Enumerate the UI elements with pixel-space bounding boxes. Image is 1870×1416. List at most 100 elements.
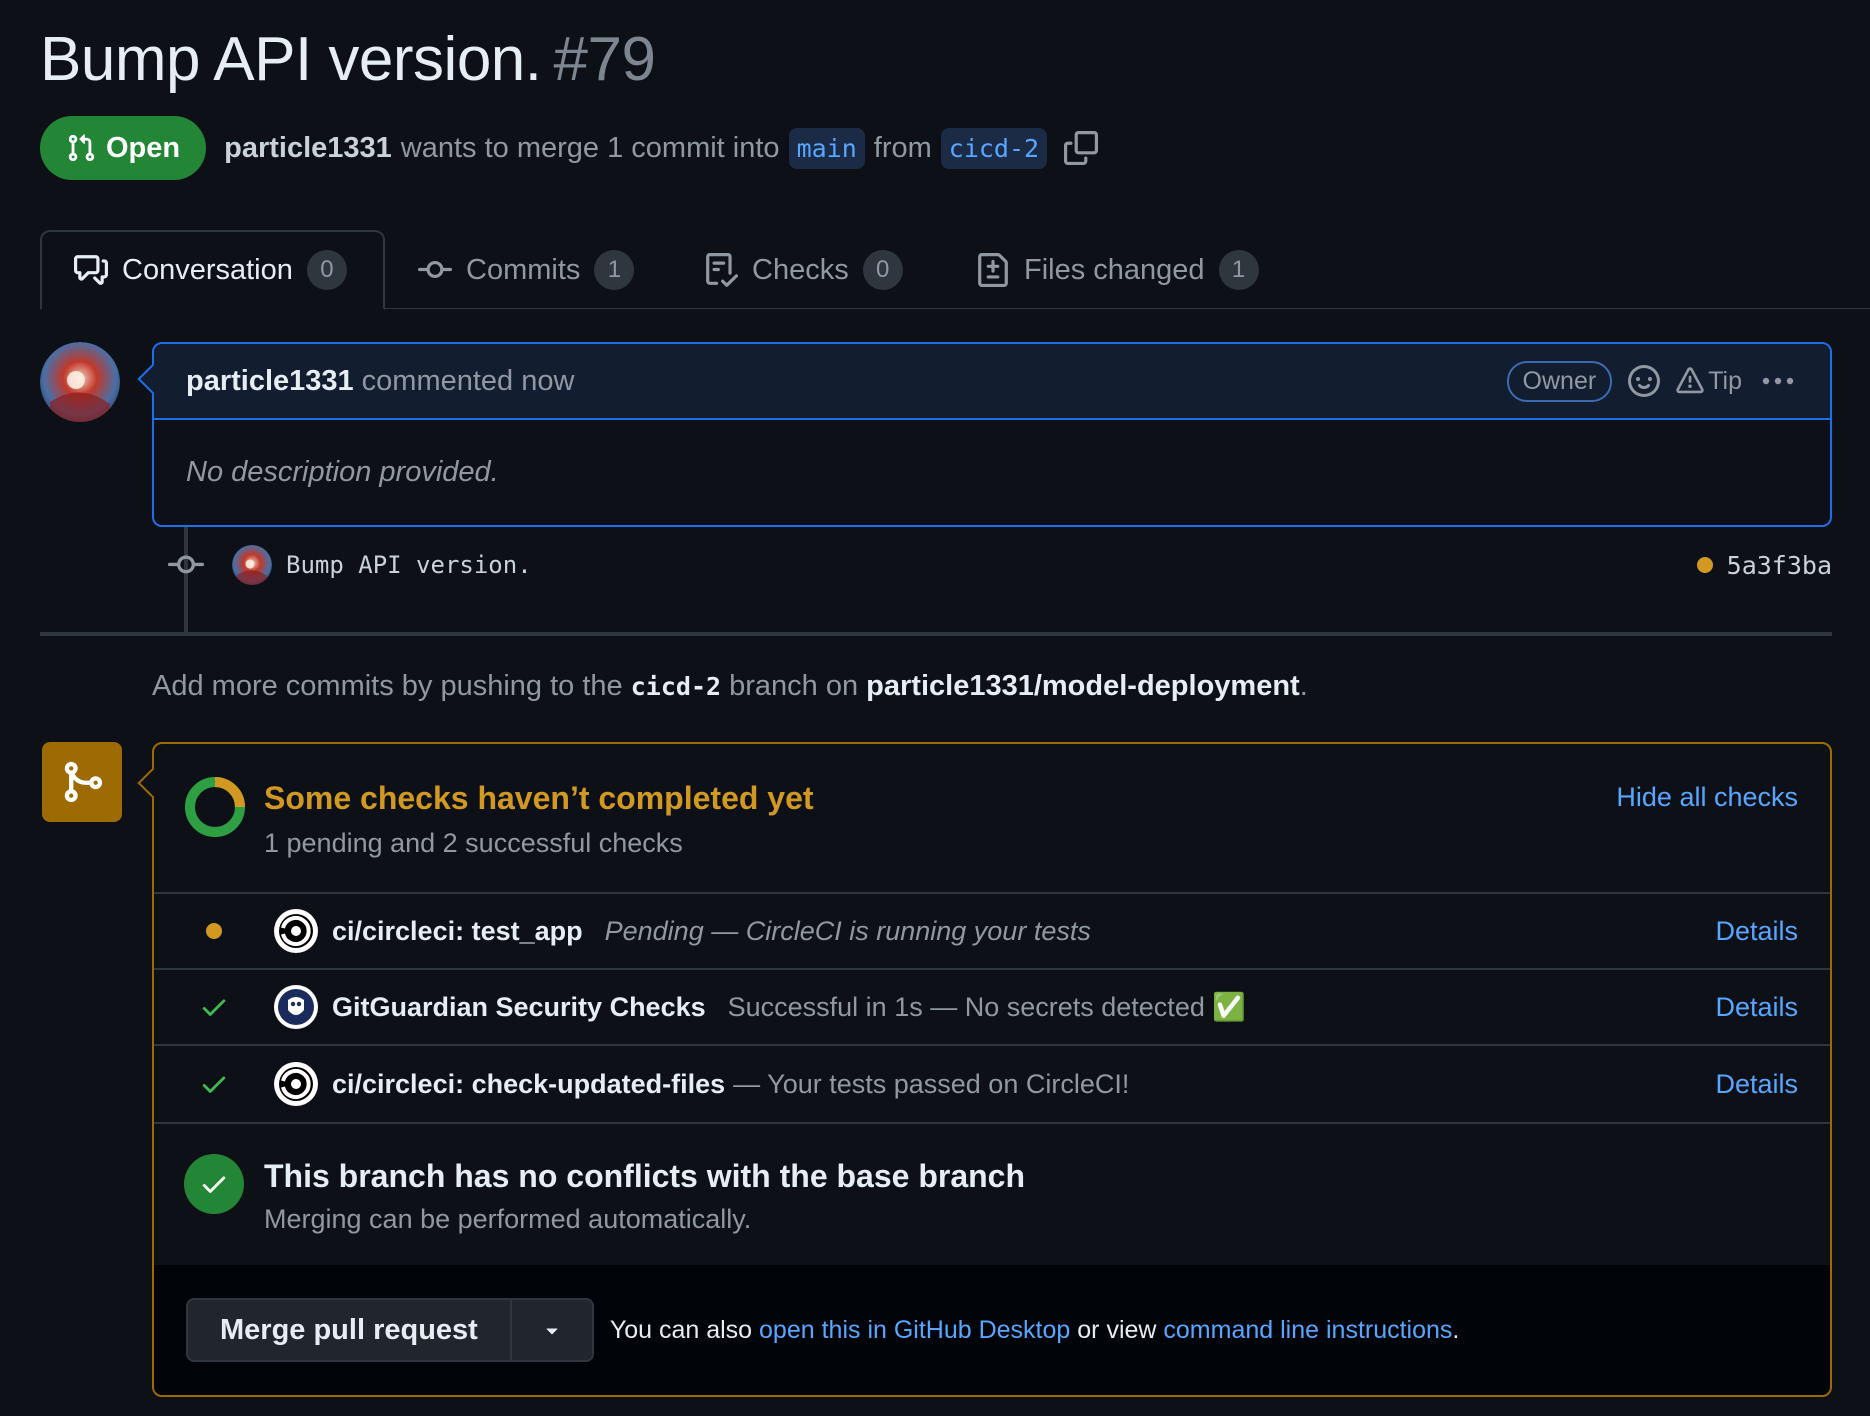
- pr-title: Bump API version. #79: [40, 24, 656, 95]
- hide-all-checks-link[interactable]: Hide all checks: [1616, 782, 1798, 813]
- checks-summary: Some checks haven’t completed yet 1 pend…: [154, 744, 1830, 894]
- circleci-icon: [274, 909, 318, 953]
- check-row-check-updated-files: ci/circleci: check-updated-files — Your …: [154, 1046, 1830, 1122]
- comment-header: particle1331 commented now Owner Tip: [154, 344, 1830, 420]
- tab-conversation[interactable]: Conversation 0: [40, 230, 385, 310]
- smiley-icon[interactable]: [1628, 365, 1661, 397]
- tab-counter: 1: [1218, 250, 1259, 290]
- circleci-icon: [274, 1062, 318, 1106]
- triangle-down-icon: [546, 1328, 558, 1335]
- merge-alternatives-text: You can also open this in GitHub Desktop…: [610, 1316, 1460, 1345]
- avatar-image: [40, 342, 120, 422]
- kebab-horizontal-icon[interactable]: [1758, 365, 1798, 397]
- check-description: — Your tests passed on CircleCI!: [733, 1068, 1130, 1099]
- check-name: ci/circleci: check-updated-files: [332, 1068, 726, 1099]
- tab-label: Checks: [752, 253, 849, 286]
- merge-text: wants to merge 1 commit into: [400, 131, 780, 164]
- gitguardian-icon: [274, 985, 318, 1029]
- tab-files-changed[interactable]: Files changed 1: [976, 230, 1259, 310]
- details-link[interactable]: Details: [1715, 1069, 1798, 1100]
- checks-progress-ring: [185, 777, 245, 837]
- hint-prefix: Add more commits by pushing to the: [152, 670, 623, 702]
- file-diff-icon: [978, 253, 1008, 287]
- avatar-image: [232, 545, 272, 585]
- merge-pull-request-button[interactable]: Merge pull request: [188, 1300, 512, 1360]
- details-link[interactable]: Details: [1715, 916, 1798, 947]
- tip-button[interactable]: Tip: [1676, 367, 1742, 396]
- alert-icon: [1676, 367, 1704, 394]
- comment-discussion-icon: [74, 255, 108, 285]
- no-conflicts-subtitle: Merging can be performed automatically.: [264, 1204, 752, 1234]
- command-line-instructions-link[interactable]: command line instructions: [1163, 1316, 1452, 1344]
- commit-avatar[interactable]: [232, 545, 272, 585]
- pr-author-link[interactable]: particle1331: [224, 132, 392, 165]
- commit-sha: 5a3f3ba: [1696, 551, 1832, 580]
- commit-row: Bump API version. 5a3f3ba: [168, 540, 1832, 590]
- pr-title-text: Bump API version.: [40, 25, 542, 94]
- merge-footer: Merge pull request You can also open thi…: [154, 1265, 1830, 1395]
- check-name: GitGuardian Security Checks: [332, 991, 706, 1022]
- merge-button-group: Merge pull request: [186, 1298, 594, 1362]
- merge-status-icon: [42, 742, 122, 822]
- copy-icon[interactable]: [1064, 131, 1099, 165]
- merge-box: Some checks haven’t completed yet 1 pend…: [137, 742, 1832, 1397]
- check-list: ci/circleci: test_app Pending — CircleCI…: [154, 894, 1830, 1124]
- git-merge-icon: [64, 761, 103, 803]
- base-branch[interactable]: main: [788, 127, 865, 169]
- check-description: Pending — CircleCI is running your tests: [604, 915, 1091, 946]
- timeline-separator: [40, 632, 1832, 636]
- git-commit-icon: [418, 260, 452, 278]
- pending-status-dot[interactable]: [1696, 557, 1713, 573]
- hint-repo-link[interactable]: particle1331/model-deployment: [866, 670, 1300, 702]
- check-icon: [202, 1176, 226, 1193]
- merge-method-dropdown[interactable]: [512, 1300, 592, 1360]
- merge-text-middle: or view: [1077, 1315, 1157, 1344]
- check-description: Successful in 1s — No secrets detected ✅: [727, 992, 1246, 1022]
- details-link[interactable]: Details: [1715, 992, 1798, 1023]
- checks-subtitle: 1 pending and 2 successful checks: [264, 828, 683, 858]
- tip-label: Tip: [1708, 366, 1742, 395]
- state-badge: Open: [40, 116, 207, 180]
- push-hint: Add more commits by pushing to the cicd-…: [152, 670, 1308, 703]
- merge-text-prefix: You can also: [609, 1315, 753, 1344]
- no-conflicts-title: This branch has no conflicts with the ba…: [264, 1158, 1026, 1194]
- tab-label: Conversation: [122, 253, 293, 286]
- head-branch[interactable]: cicd-2: [940, 127, 1048, 169]
- pending-status-dot: [206, 923, 222, 939]
- hint-middle: branch on: [729, 670, 859, 702]
- checks-title: Some checks haven’t completed yet: [264, 780, 814, 816]
- pr-number: #79: [553, 25, 656, 94]
- check-name: ci/circleci: test_app: [332, 915, 583, 946]
- pr-description-comment: particle1331 commented now Owner Tip No …: [137, 342, 1832, 527]
- owner-badge: Owner: [1506, 360, 1613, 402]
- tab-checks[interactable]: Checks 0: [704, 230, 903, 310]
- merge-text-suffix: .: [1452, 1315, 1460, 1344]
- no-conflicts-section: This branch has no conflicts with the ba…: [154, 1122, 1830, 1270]
- success-check-badge: [184, 1154, 244, 1214]
- checklist-icon: [706, 253, 738, 287]
- pull-request-icon: [68, 134, 95, 162]
- commit-message-link[interactable]: Bump API version.: [286, 551, 532, 579]
- tab-commits[interactable]: Commits 1: [418, 230, 635, 310]
- tab-label: Files changed: [1024, 253, 1205, 286]
- hint-suffix: .: [1299, 670, 1308, 702]
- comment-author-link[interactable]: particle1331: [186, 365, 354, 398]
- pr-meta: Open particle1331 wants to merge 1 commi…: [40, 116, 1099, 180]
- check-icon: [202, 1076, 226, 1093]
- tab-counter: 1: [594, 250, 635, 290]
- commit-sha-link[interactable]: 5a3f3ba: [1727, 551, 1832, 580]
- check-icon: [202, 999, 226, 1016]
- from-text: from: [873, 131, 932, 164]
- check-row-test-app: ci/circleci: test_app Pending — CircleCI…: [154, 894, 1830, 970]
- tab-counter: 0: [306, 250, 347, 290]
- comment-body: No description provided.: [186, 456, 499, 488]
- hint-branch: cicd-2: [630, 672, 722, 701]
- tab-counter: 0: [862, 250, 903, 290]
- avatar[interactable]: [40, 342, 120, 422]
- comment-timestamp[interactable]: commented now: [362, 365, 575, 398]
- open-in-desktop-link[interactable]: open this in GitHub Desktop: [759, 1316, 1070, 1344]
- git-commit-icon: [168, 555, 204, 574]
- state-label: Open: [106, 131, 181, 164]
- check-row-gitguardian: GitGuardian Security Checks Successful i…: [154, 970, 1830, 1046]
- tab-label: Commits: [466, 253, 581, 286]
